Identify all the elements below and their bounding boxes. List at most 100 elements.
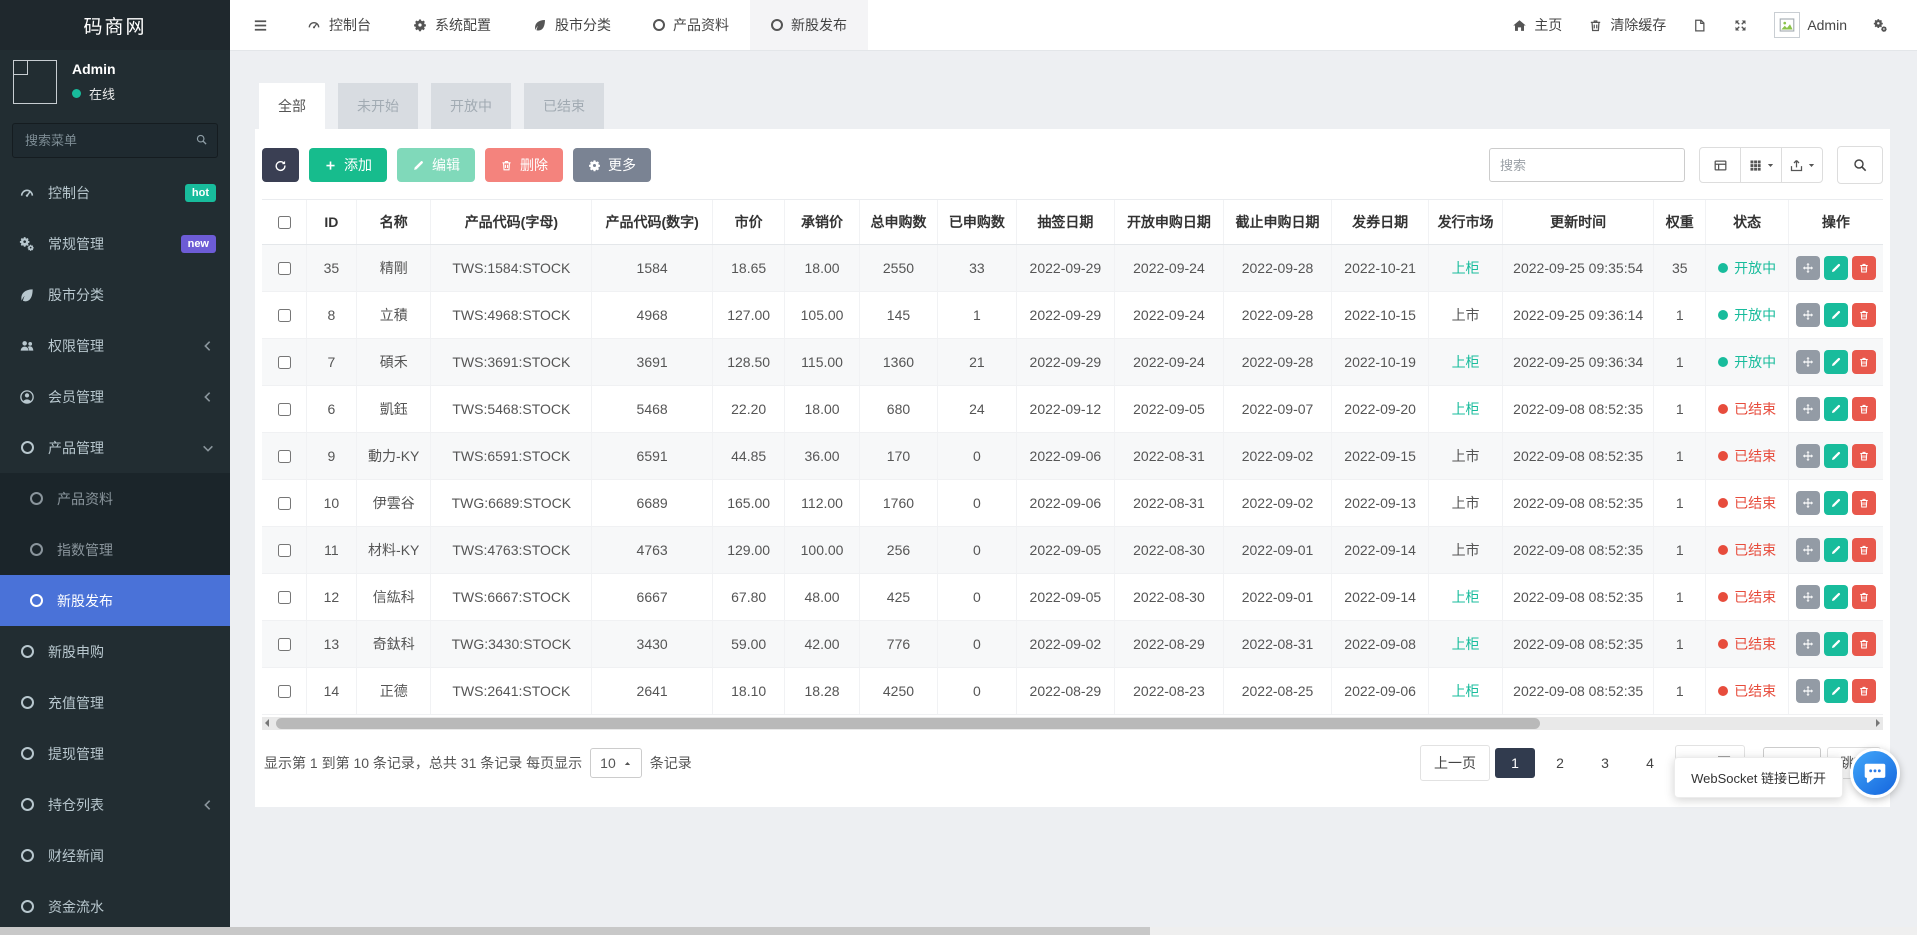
export-button[interactable]: [1781, 147, 1823, 183]
tab-ended[interactable]: 已结束: [524, 83, 604, 129]
edit-row-button[interactable]: [1824, 303, 1848, 327]
edit-row-button[interactable]: [1824, 256, 1848, 280]
row-checkbox[interactable]: [278, 638, 291, 651]
topnav-item-ipo-publish[interactable]: 新股发布: [750, 0, 868, 50]
clear-cache-link[interactable]: 清除缓存: [1575, 0, 1679, 50]
row-checkbox[interactable]: [278, 262, 291, 275]
scroll-left-arrow-icon[interactable]: [265, 719, 269, 727]
edit-row-button[interactable]: [1824, 679, 1848, 703]
delete-row-button[interactable]: [1852, 350, 1876, 374]
table-row[interactable]: 10伊雲谷TWG:6689:STOCK6689165.00112.0017600…: [262, 480, 1883, 527]
table-row[interactable]: 35精剛TWS:1584:STOCK158418.6518.0025503320…: [262, 245, 1883, 292]
select-all-checkbox[interactable]: [278, 216, 291, 229]
sidebar-item-general-admin[interactable]: 常规管理new: [0, 218, 230, 269]
edit-row-button[interactable]: [1824, 350, 1848, 374]
page-button-1[interactable]: 1: [1495, 748, 1535, 778]
delete-row-button[interactable]: [1852, 303, 1876, 327]
row-checkbox[interactable]: [278, 591, 291, 604]
delete-button[interactable]: 删除: [485, 148, 563, 182]
edit-row-button[interactable]: [1824, 397, 1848, 421]
chat-widget-button[interactable]: [1850, 748, 1900, 798]
sidebar-item-product-admin[interactable]: 产品管理: [0, 422, 230, 473]
move-row-button[interactable]: [1796, 350, 1820, 374]
row-checkbox[interactable]: [278, 309, 291, 322]
scroll-right-arrow-icon[interactable]: [1876, 719, 1880, 727]
fullscreen-button[interactable]: [1720, 0, 1761, 50]
table-row[interactable]: 7碩禾TWS:3691:STOCK3691128.50115.001360212…: [262, 339, 1883, 386]
edit-row-button[interactable]: [1824, 491, 1848, 515]
move-row-button[interactable]: [1796, 679, 1820, 703]
page-size-dropdown[interactable]: 10: [590, 748, 642, 778]
move-row-button[interactable]: [1796, 256, 1820, 280]
row-checkbox[interactable]: [278, 685, 291, 698]
sidebar-item-position-list[interactable]: 持仓列表: [0, 779, 230, 830]
edit-row-button[interactable]: [1824, 632, 1848, 656]
topnav-item-system-config[interactable]: 系统配置: [392, 0, 512, 50]
move-row-button[interactable]: [1796, 585, 1820, 609]
row-checkbox[interactable]: [278, 450, 291, 463]
page-scrollbar-thumb[interactable]: [0, 927, 1150, 935]
move-row-button[interactable]: [1796, 491, 1820, 515]
more-button[interactable]: 更多: [573, 148, 651, 182]
edit-row-button[interactable]: [1824, 585, 1848, 609]
table-search-button[interactable]: [1837, 146, 1883, 184]
row-checkbox[interactable]: [278, 544, 291, 557]
page-button-2[interactable]: 2: [1540, 748, 1580, 778]
delete-row-button[interactable]: [1852, 632, 1876, 656]
table-row[interactable]: 11材料-KYTWS:4763:STOCK4763129.00100.00256…: [262, 527, 1883, 574]
page-button-3[interactable]: 3: [1585, 748, 1625, 778]
table-search-input[interactable]: [1489, 148, 1685, 182]
sidebar-item-member-admin[interactable]: 会员管理: [0, 371, 230, 422]
delete-row-button[interactable]: [1852, 397, 1876, 421]
table-row[interactable]: 13奇鈦科TWG:3430:STOCK343059.0042.007760202…: [262, 621, 1883, 668]
move-row-button[interactable]: [1796, 538, 1820, 562]
delete-row-button[interactable]: [1852, 444, 1876, 468]
edit-row-button[interactable]: [1824, 444, 1848, 468]
table-row[interactable]: 6凱鈺TWS:5468:STOCK546822.2018.00680242022…: [262, 386, 1883, 433]
delete-row-button[interactable]: [1852, 491, 1876, 515]
row-checkbox[interactable]: [278, 356, 291, 369]
home-link[interactable]: 主页: [1499, 0, 1575, 50]
sidebar-toggle-button[interactable]: [235, 17, 286, 34]
page-button-4[interactable]: 4: [1630, 748, 1670, 778]
row-checkbox[interactable]: [278, 403, 291, 416]
page-horizontal-scrollbar[interactable]: [0, 927, 1917, 935]
delete-row-button[interactable]: [1852, 585, 1876, 609]
sidebar-item-permission-admin[interactable]: 权限管理: [0, 320, 230, 371]
delete-row-button[interactable]: [1852, 679, 1876, 703]
refresh-button[interactable]: [262, 148, 299, 182]
detail-view-button[interactable]: [1699, 147, 1741, 183]
sidebar-item-dashboard[interactable]: 控制台hot: [0, 167, 230, 218]
table-row[interactable]: 9動力-KYTWS:6591:STOCK659144.8536.00170020…: [262, 433, 1883, 480]
sidebar-item-market-category[interactable]: 股市分类: [0, 269, 230, 320]
sidebar-item-ipo-subscribe[interactable]: 新股申购: [0, 626, 230, 677]
settings-button[interactable]: [1860, 0, 1901, 50]
brand-logo[interactable]: 码商网: [0, 0, 230, 50]
delete-row-button[interactable]: [1852, 256, 1876, 280]
move-row-button[interactable]: [1796, 632, 1820, 656]
row-checkbox[interactable]: [278, 497, 291, 510]
tab-not-started[interactable]: 未开始: [338, 83, 418, 129]
sidebar-item-product-info[interactable]: 产品资料: [0, 473, 230, 524]
table-row[interactable]: 14正德TWS:2641:STOCK264118.1018.2842500202…: [262, 668, 1883, 715]
sidebar-item-index-admin[interactable]: 指数管理: [0, 524, 230, 575]
tab-all[interactable]: 全部: [259, 83, 325, 129]
move-row-button[interactable]: [1796, 444, 1820, 468]
table-row[interactable]: 12信紘科TWS:6667:STOCK666767.8048.004250202…: [262, 574, 1883, 621]
table-row[interactable]: 8立積TWS:4968:STOCK4968127.00105.001451202…: [262, 292, 1883, 339]
columns-button[interactable]: [1740, 147, 1782, 183]
sidebar-item-finance-news[interactable]: 财经新闻: [0, 830, 230, 881]
move-row-button[interactable]: [1796, 303, 1820, 327]
admin-menu[interactable]: Admin: [1761, 0, 1860, 50]
sidebar-item-withdraw-admin[interactable]: 提现管理: [0, 728, 230, 779]
move-row-button[interactable]: [1796, 397, 1820, 421]
sidebar-item-ipo-publish[interactable]: 新股发布: [0, 575, 230, 626]
edit-row-button[interactable]: [1824, 538, 1848, 562]
sidebar-search-input[interactable]: [12, 123, 218, 158]
page-prev-button[interactable]: 上一页: [1420, 745, 1490, 781]
sidebar-item-recharge-admin[interactable]: 充值管理: [0, 677, 230, 728]
logs-button[interactable]: [1679, 0, 1720, 50]
scrollbar-thumb[interactable]: [276, 718, 1540, 729]
sidebar-item-fund-flow[interactable]: 资金流水: [0, 881, 230, 932]
topnav-item-dashboard[interactable]: 控制台: [286, 0, 392, 50]
